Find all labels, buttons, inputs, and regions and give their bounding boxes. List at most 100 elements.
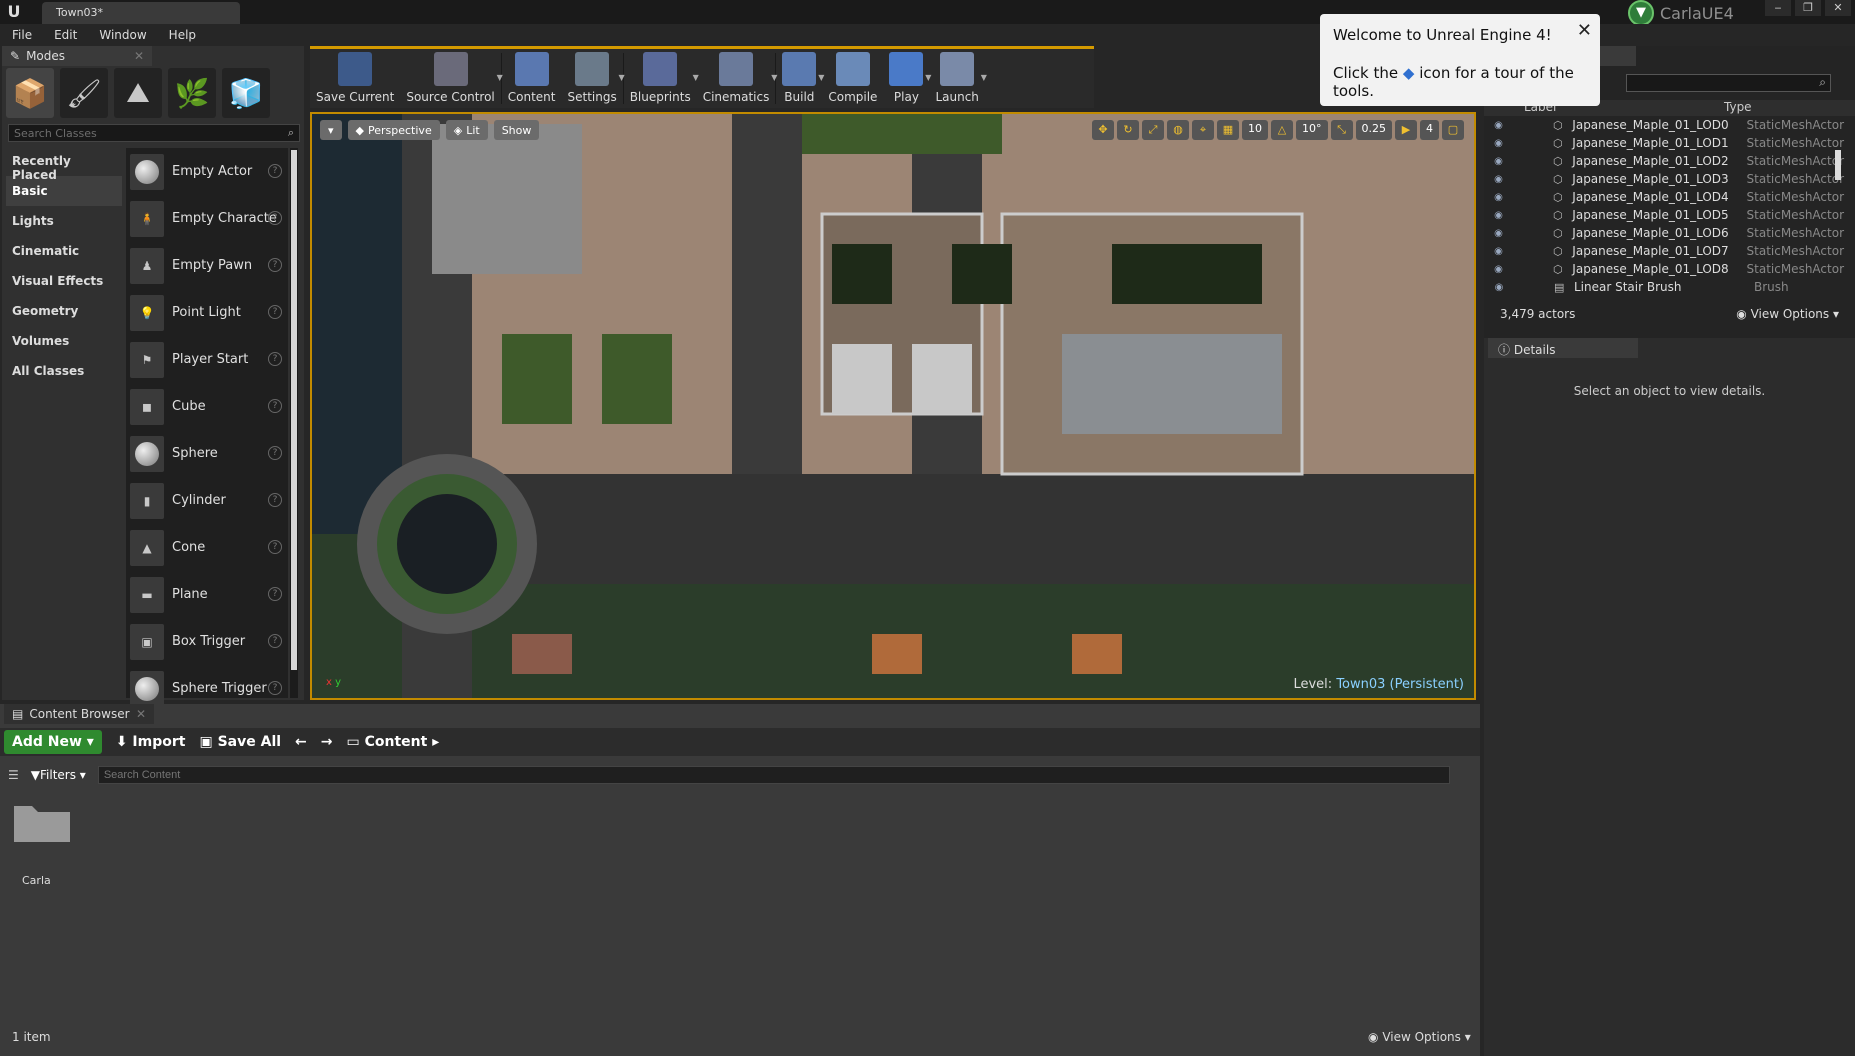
- outliner-row[interactable]: ◉ ⬡ Japanese_Maple_01_LOD0 StaticMeshActor: [1484, 116, 1844, 134]
- category-recently-placed[interactable]: Recently Placed: [6, 146, 122, 182]
- eye-icon[interactable]: ◉: [1484, 264, 1513, 275]
- document-tab[interactable]: Town03*: [42, 2, 240, 24]
- sources-toggle-icon[interactable]: ☰: [8, 768, 19, 782]
- scale-snap-icon[interactable]: ⤡: [1330, 120, 1353, 140]
- close-window-button[interactable]: ✕: [1825, 0, 1851, 16]
- back-arrow-icon[interactable]: ←: [295, 734, 307, 750]
- search-classes-input[interactable]: Search Classes ⌕: [8, 124, 300, 142]
- details-tab[interactable]: ⓘ Details: [1488, 338, 1638, 358]
- modes-tab[interactable]: ✎ Modes ✕: [2, 46, 152, 66]
- help-icon[interactable]: ?: [268, 164, 282, 178]
- content-view-options-button[interactable]: ◉ View Options ▾: [1368, 1030, 1471, 1044]
- help-icon[interactable]: ?: [268, 305, 282, 319]
- menu-edit[interactable]: Edit: [54, 28, 77, 42]
- import-button[interactable]: ⬇ Import: [116, 734, 186, 750]
- tutorial-icon[interactable]: ◆: [1403, 64, 1415, 82]
- outliner-row[interactable]: ◉ ⬡ Japanese_Maple_01_LOD5 StaticMeshActor: [1484, 206, 1844, 224]
- menu-help[interactable]: Help: [169, 28, 196, 42]
- camera-speed-icon[interactable]: ▶: [1395, 120, 1417, 140]
- path-breadcrumb[interactable]: ▭ Content ▸: [347, 734, 440, 750]
- outliner-row[interactable]: ◉ ⬡ Japanese_Maple_01_LOD7 StaticMeshActor: [1484, 242, 1844, 260]
- camera-speed-value[interactable]: 4: [1420, 120, 1439, 140]
- user-badge[interactable]: ▼ CarlaUE4: [1628, 0, 1758, 26]
- dropdown-arrow-icon[interactable]: ▼: [981, 73, 987, 82]
- scale-snap-value[interactable]: 0.25: [1355, 120, 1392, 140]
- grid-snap-icon[interactable]: ▦: [1217, 120, 1239, 140]
- close-icon[interactable]: ✕: [134, 49, 144, 63]
- foliage-mode-icon[interactable]: 🌿: [168, 68, 216, 118]
- eye-icon[interactable]: ◉: [1484, 246, 1513, 257]
- settings-button[interactable]: Settings ▼: [561, 49, 625, 108]
- blueprints-button[interactable]: Blueprints ▼: [624, 49, 699, 108]
- place-mode-icon[interactable]: 📦: [6, 68, 54, 118]
- geometry-edit-mode-icon[interactable]: 🧊: [222, 68, 270, 118]
- source-control-button[interactable]: Source Control ▼: [400, 49, 503, 108]
- minimize-button[interactable]: ‒: [1765, 0, 1791, 16]
- category-lights[interactable]: Lights: [6, 206, 122, 236]
- rotation-snap-value[interactable]: 10°: [1296, 120, 1328, 140]
- place-item-cone[interactable]: ▲ Cone?: [126, 524, 288, 571]
- launch-button[interactable]: Launch ▼: [929, 49, 987, 108]
- level-viewport[interactable]: ▾ ◆ Perspective ◈ Lit Show ✥ ↻ ⤢ ◍ ⌖ ▦ 10 …: [310, 112, 1476, 700]
- category-volumes[interactable]: Volumes: [6, 326, 122, 356]
- view-options-button[interactable]: ◉ View Options ▾: [1736, 307, 1839, 321]
- outliner-scrollbar[interactable]: [1835, 150, 1841, 180]
- place-item-sphere[interactable]: Sphere?: [126, 430, 288, 477]
- eye-icon[interactable]: ◉: [1484, 138, 1513, 149]
- save-current-button[interactable]: Save Current: [310, 49, 400, 108]
- help-icon[interactable]: ?: [268, 352, 282, 366]
- outliner-row[interactable]: ◉ ⬡ Japanese_Maple_01_LOD4 StaticMeshActor: [1484, 188, 1844, 206]
- filters-button[interactable]: ▼Filters ▾: [27, 768, 90, 782]
- eye-icon[interactable]: ◉: [1484, 156, 1513, 167]
- outliner-row[interactable]: ◉ ⬡ Japanese_Maple_01_LOD6 StaticMeshActor: [1484, 224, 1844, 242]
- placeable-scrollbar[interactable]: [290, 148, 298, 698]
- help-icon[interactable]: ?: [268, 211, 282, 225]
- close-icon[interactable]: ✕: [136, 707, 146, 721]
- menu-window[interactable]: Window: [99, 28, 146, 42]
- grid-snap-value[interactable]: 10: [1242, 120, 1268, 140]
- build-button[interactable]: Build ▼: [776, 49, 824, 108]
- compile-button[interactable]: Compile: [822, 49, 883, 108]
- help-icon[interactable]: ?: [268, 446, 282, 460]
- rotate-icon[interactable]: ↻: [1117, 120, 1139, 140]
- help-icon[interactable]: ?: [268, 587, 282, 601]
- eye-icon[interactable]: ◉: [1484, 192, 1513, 203]
- world-local-icon[interactable]: ◍: [1167, 120, 1189, 140]
- eye-icon[interactable]: ◉: [1484, 174, 1513, 185]
- category-geometry[interactable]: Geometry: [6, 296, 122, 326]
- help-icon[interactable]: ?: [268, 258, 282, 272]
- place-item-empty-actor[interactable]: Empty Actor?: [126, 148, 288, 195]
- help-icon[interactable]: ?: [268, 399, 282, 413]
- maximize-viewport-icon[interactable]: ▢: [1442, 120, 1464, 140]
- close-icon[interactable]: ✕: [1577, 20, 1592, 41]
- rotation-snap-icon[interactable]: △: [1271, 120, 1293, 140]
- cinematics-button[interactable]: Cinematics ▼: [697, 49, 777, 108]
- help-icon[interactable]: ?: [268, 540, 282, 554]
- landscape-mode-icon[interactable]: ⛰: [114, 68, 162, 118]
- menu-file[interactable]: File: [12, 28, 32, 42]
- place-item-cube[interactable]: ◼ Cube?: [126, 383, 288, 430]
- eye-icon[interactable]: ◉: [1484, 120, 1513, 131]
- type-column-header[interactable]: Type: [1724, 100, 1752, 116]
- content-browser-tab[interactable]: ▤ Content Browser ✕: [4, 704, 154, 724]
- help-icon[interactable]: ?: [268, 634, 282, 648]
- surface-snap-icon[interactable]: ⌖: [1192, 120, 1214, 140]
- folder-label[interactable]: Carla: [22, 874, 51, 887]
- place-item-box-trigger[interactable]: ▣ Box Trigger?: [126, 618, 288, 665]
- help-icon[interactable]: ?: [268, 681, 282, 695]
- content-button[interactable]: Content: [502, 49, 562, 108]
- show-button[interactable]: Show: [493, 120, 540, 140]
- scale-icon[interactable]: ⤢: [1142, 120, 1164, 140]
- category-visual-effects[interactable]: Visual Effects: [6, 266, 122, 296]
- outliner-row[interactable]: ◉ ▤ Linear Stair Brush Brush: [1484, 278, 1844, 296]
- viewport-options-button[interactable]: ▾: [320, 120, 342, 140]
- place-item-player-start[interactable]: ⚑ Player Start?: [126, 336, 288, 383]
- help-icon[interactable]: ?: [268, 493, 282, 507]
- outliner-row[interactable]: ◉ ⬡ Japanese_Maple_01_LOD8 StaticMeshActor: [1484, 260, 1844, 278]
- paint-mode-icon[interactable]: 🖌: [60, 68, 108, 118]
- place-item-empty-pawn[interactable]: ♟ Empty Pawn?: [126, 242, 288, 289]
- eye-icon[interactable]: ◉: [1484, 228, 1513, 239]
- search-content-input[interactable]: [97, 766, 1450, 784]
- forward-arrow-icon[interactable]: →: [321, 734, 333, 750]
- lit-button[interactable]: ◈ Lit: [445, 120, 488, 140]
